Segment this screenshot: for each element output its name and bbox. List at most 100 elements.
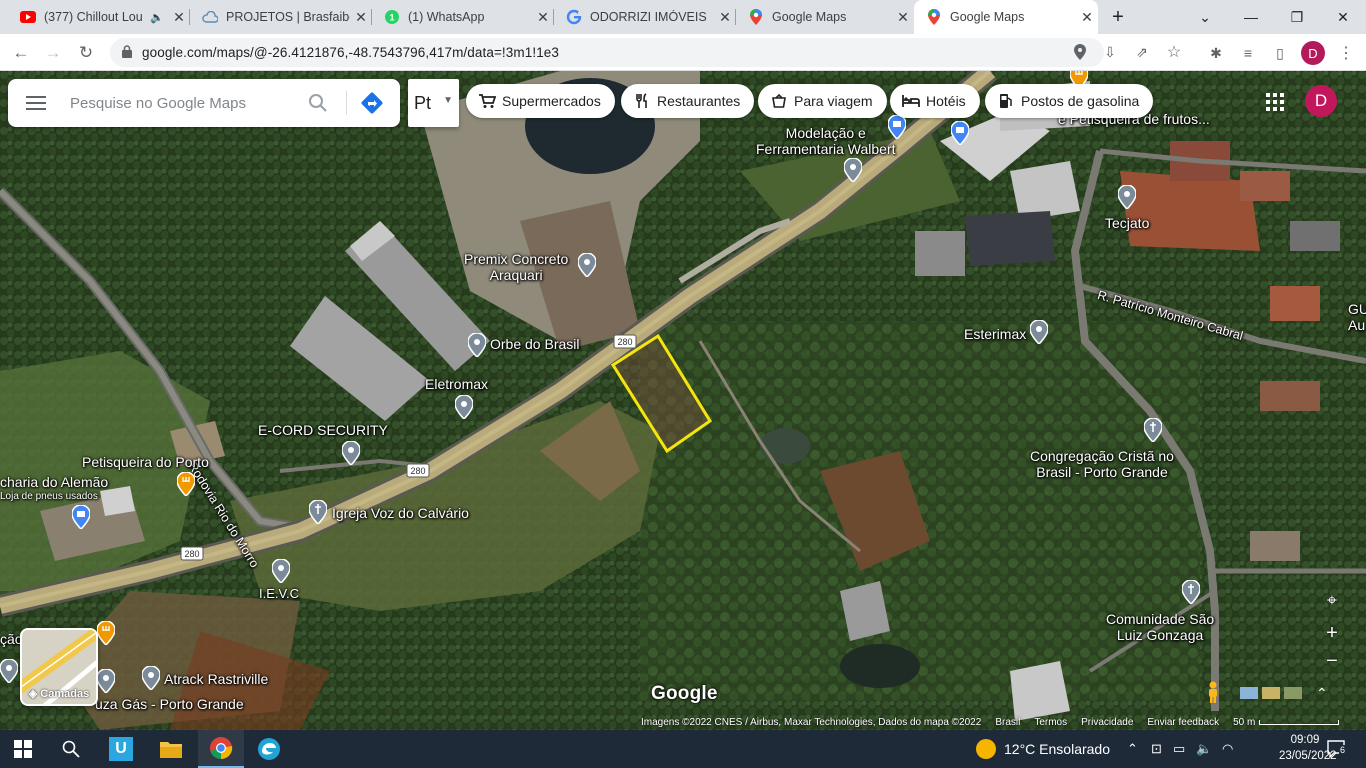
place-pin-icon[interactable] xyxy=(577,252,597,279)
chip-postos-gasolina[interactable]: Postos de gasolina xyxy=(985,84,1154,118)
place-label-orbe[interactable]: Orbe do Brasil xyxy=(490,336,579,352)
show-hidden-icons[interactable]: ⌃ xyxy=(1127,730,1138,768)
zoom-in-button[interactable]: + xyxy=(1318,619,1346,647)
tab-odorrizi[interactable]: ODORRIZI IMÓVEIS ✕ xyxy=(554,0,736,34)
close-tab-icon[interactable]: ✕ xyxy=(168,9,190,26)
chip-supermercados[interactable]: Supermercados xyxy=(466,84,615,118)
scale-bar[interactable] xyxy=(1259,719,1340,725)
place-pin-icon[interactable] xyxy=(843,157,863,184)
place-label-petisqueira-porto[interactable]: Petisqueira do Porto xyxy=(82,454,209,470)
place-label-comunidade[interactable]: Comunidade São Luiz Gonzaga xyxy=(1106,611,1214,643)
church-pin-icon[interactable] xyxy=(308,499,328,526)
zoom-out-button[interactable]: − xyxy=(1318,647,1346,675)
place-pin-icon[interactable] xyxy=(96,668,116,695)
side-panel-icon[interactable]: ▯ xyxy=(1270,43,1290,63)
place-pin-icon[interactable] xyxy=(341,440,361,467)
place-label-tecjato[interactable]: Tecjato xyxy=(1105,215,1149,231)
tab-projetos[interactable]: PROJETOS | Brasfaiber ✕ xyxy=(190,0,372,34)
terms-link[interactable]: Termos xyxy=(1034,717,1067,728)
directions-icon[interactable] xyxy=(360,91,384,115)
maximize-button[interactable]: ❐ xyxy=(1274,0,1320,34)
account-avatar[interactable]: D xyxy=(1305,85,1337,117)
start-button[interactable] xyxy=(0,730,46,768)
place-label-souza[interactable]: uza Gás - Porto Grande xyxy=(95,696,244,712)
place-label-ecord[interactable]: E-CORD SECURITY xyxy=(258,422,388,438)
lock-icon[interactable] xyxy=(122,45,134,59)
search-input[interactable] xyxy=(70,92,300,114)
sky-thumbnail-icon[interactable] xyxy=(1240,687,1258,699)
place-pin-icon[interactable] xyxy=(1029,319,1049,346)
church-pin-icon[interactable] xyxy=(1143,417,1163,444)
extensions-icon[interactable]: ✱ xyxy=(1206,43,1226,63)
omnibox[interactable]: google.com/maps/@-26.4121876,-48.7543796… xyxy=(110,38,1181,67)
place-label-ievc[interactable]: I.E.V.C xyxy=(259,586,299,602)
search-icon[interactable] xyxy=(308,93,330,115)
install-icon[interactable]: ⇩ xyxy=(1100,42,1120,62)
layers-button[interactable]: ◈ Camadas xyxy=(20,628,98,706)
shop-pin-icon[interactable] xyxy=(71,504,91,531)
terrain-thumbnail-icon[interactable] xyxy=(1284,687,1302,699)
tab-youtube[interactable]: (377) Chillout Lou 🔈 ✕ xyxy=(8,0,190,34)
battery-icon[interactable]: ▭ xyxy=(1173,730,1185,768)
wifi-icon[interactable]: ◠ xyxy=(1222,730,1233,768)
place-label-alemao[interactable]: charia do Alemão xyxy=(0,474,108,490)
restaurant-pin-icon[interactable] xyxy=(96,620,116,647)
place-pin-icon[interactable] xyxy=(271,558,291,585)
expand-up-icon[interactable]: ⌃ xyxy=(1316,685,1328,702)
place-label-esterimax[interactable]: Esterimax xyxy=(964,326,1026,342)
street-thumbnail-icon[interactable] xyxy=(1262,687,1280,699)
language-select[interactable]: Pt ▼ xyxy=(408,79,459,127)
church-pin-icon[interactable] xyxy=(1181,579,1201,606)
chip-restaurantes[interactable]: Restaurantes xyxy=(621,84,755,118)
tab-google-maps-active[interactable]: Google Maps ✕ xyxy=(914,0,1098,34)
close-tab-icon[interactable]: ✕ xyxy=(350,9,372,26)
network-icon[interactable]: ⊡ xyxy=(1151,730,1162,768)
place-label-premix[interactable]: Premix Concreto Araquari xyxy=(464,251,568,283)
close-tab-icon[interactable]: ✕ xyxy=(892,9,914,26)
forward-button[interactable]: → xyxy=(40,40,66,66)
my-location-icon[interactable]: ⌖ xyxy=(1318,586,1346,614)
place-label-igreja[interactable]: Igreja Voz do Calvário xyxy=(332,505,469,521)
place-label-modelacao[interactable]: Modelação e Ferramentaria Walbert xyxy=(756,125,896,157)
place-pin-icon[interactable] xyxy=(467,332,487,359)
scale-label[interactable]: 50 m xyxy=(1233,717,1255,728)
close-tab-icon[interactable]: ✕ xyxy=(1076,9,1098,26)
chrome-taskbar-icon[interactable] xyxy=(198,730,244,768)
shop-pin-icon[interactable] xyxy=(950,120,970,147)
file-explorer-icon[interactable] xyxy=(148,730,194,768)
tab-google-maps[interactable]: Google Maps ✕ xyxy=(736,0,914,34)
location-icon[interactable] xyxy=(1070,42,1090,62)
clock[interactable]: 09:09 23/05/2022 xyxy=(1279,732,1337,764)
speaker-icon[interactable]: 🔈 xyxy=(150,11,164,24)
privacy-link[interactable]: Privacidade xyxy=(1081,717,1133,728)
tab-whatsapp[interactable]: 1 (1) WhatsApp ✕ xyxy=(372,0,554,34)
place-label-atrack[interactable]: Atrack Rastriville xyxy=(164,671,268,687)
reading-list-icon[interactable]: ≡ xyxy=(1238,43,1258,63)
volume-icon[interactable]: 🔈 xyxy=(1196,730,1212,768)
apps-grid-icon[interactable] xyxy=(1266,93,1284,111)
share-icon[interactable]: ⇗ xyxy=(1132,42,1152,62)
notifications-button[interactable]: 6 xyxy=(1326,730,1347,768)
place-pin-icon[interactable] xyxy=(454,394,474,421)
search-taskbar-icon[interactable] xyxy=(48,730,94,768)
close-window-button[interactable]: ✕ xyxy=(1320,0,1366,34)
place-label-congregacao[interactable]: Congregação Cristã no Brasil - Porto Gra… xyxy=(1030,448,1174,480)
pegman-icon[interactable] xyxy=(1206,681,1226,705)
close-tab-icon[interactable]: ✕ xyxy=(714,9,736,26)
weather-widget[interactable]: 12°C Ensolarado xyxy=(976,730,1110,768)
chip-hoteis[interactable]: Hotéis xyxy=(890,84,980,118)
back-button[interactable]: ← xyxy=(8,40,34,66)
minimize-button[interactable]: — xyxy=(1228,0,1274,34)
edge-taskbar-icon[interactable] xyxy=(246,730,292,768)
map-canvas[interactable]: 280 280 280 Rodovia Rio do Morro R. Patr… xyxy=(0,71,1366,730)
country-link[interactable]: Brasil xyxy=(995,717,1020,728)
url-text[interactable]: google.com/maps/@-26.4121876,-48.7543796… xyxy=(142,45,559,60)
tab-search-icon[interactable]: ⌄ xyxy=(1182,0,1228,34)
feedback-link[interactable]: Enviar feedback xyxy=(1147,717,1219,728)
place-pin-icon[interactable] xyxy=(1117,184,1137,211)
place-label-eletromax[interactable]: Eletromax xyxy=(425,376,488,392)
shop-pin-icon[interactable] xyxy=(887,114,907,141)
place-pin-icon[interactable] xyxy=(0,658,19,685)
profile-avatar[interactable]: D xyxy=(1301,41,1325,65)
place-pin-icon[interactable] xyxy=(141,665,161,692)
